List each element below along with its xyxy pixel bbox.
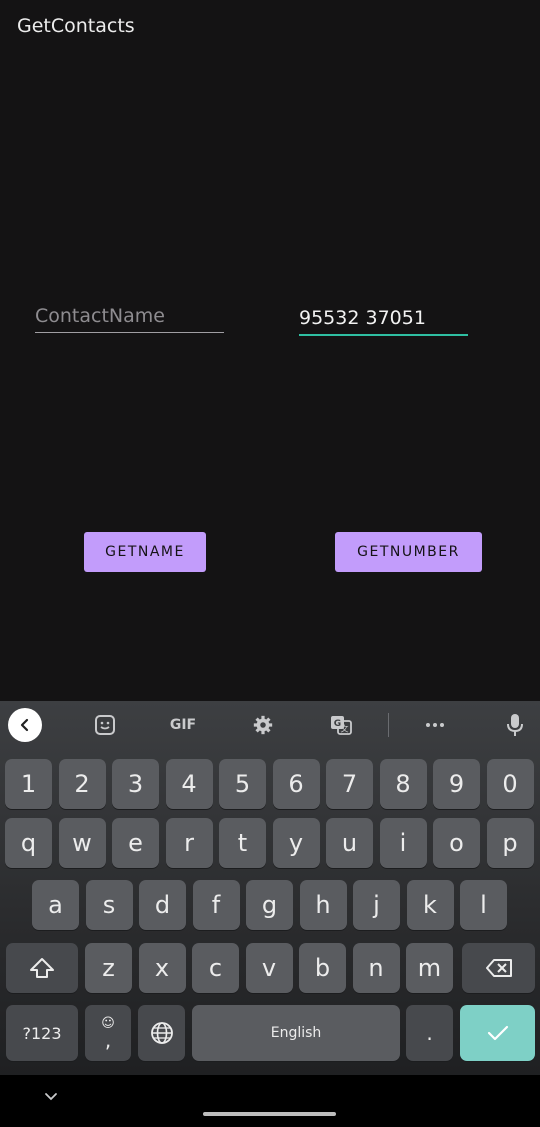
- gif-button[interactable]: GIF: [165, 707, 201, 743]
- letter-key-m[interactable]: m: [406, 943, 453, 993]
- contact-number-underline: [299, 334, 468, 336]
- backspace-key[interactable]: [462, 943, 535, 993]
- letter-key-q[interactable]: q: [5, 818, 52, 868]
- contact-name-input[interactable]: [35, 300, 224, 332]
- gear-icon[interactable]: [246, 707, 280, 743]
- number-key-3[interactable]: 3: [112, 759, 159, 809]
- toolbar-divider: [388, 713, 389, 737]
- contact-name-underline: [35, 332, 224, 333]
- getnumber-button[interactable]: GETNUMBER: [335, 532, 482, 572]
- letter-key-i[interactable]: i: [379, 818, 427, 868]
- letter-key-k[interactable]: k: [406, 880, 454, 930]
- letter-key-d[interactable]: d: [139, 880, 186, 930]
- number-key-7[interactable]: 7: [326, 759, 373, 809]
- contact-number-input[interactable]: [299, 302, 468, 334]
- letter-key-x[interactable]: x: [138, 943, 186, 993]
- more-icon[interactable]: [418, 707, 452, 743]
- letter-key-f[interactable]: f: [192, 880, 240, 930]
- number-key-1[interactable]: 1: [5, 759, 52, 809]
- globe-icon: [150, 1022, 173, 1044]
- keyboard-toolbar: GIF G文: [0, 701, 540, 749]
- number-key-0[interactable]: 0: [486, 759, 534, 809]
- letter-key-a[interactable]: a: [32, 880, 79, 930]
- number-key-5[interactable]: 5: [219, 759, 266, 809]
- letter-key-b[interactable]: b: [299, 943, 346, 993]
- number-key-2[interactable]: 2: [58, 759, 106, 809]
- letter-key-s[interactable]: s: [85, 880, 133, 930]
- space-key[interactable]: English: [192, 1005, 400, 1061]
- sticker-icon[interactable]: [88, 707, 122, 743]
- globe-key[interactable]: [138, 1005, 185, 1061]
- comma-label: ,: [104, 1028, 112, 1052]
- letter-key-r[interactable]: r: [165, 818, 213, 868]
- number-key-8[interactable]: 8: [379, 759, 427, 809]
- contact-number-field[interactable]: [299, 302, 468, 336]
- letter-key-g[interactable]: g: [246, 880, 293, 930]
- letter-key-h[interactable]: h: [299, 880, 347, 930]
- number-key-4[interactable]: 4: [165, 759, 213, 809]
- letter-key-v[interactable]: v: [245, 943, 293, 993]
- letter-key-y[interactable]: y: [272, 818, 320, 868]
- letter-key-j[interactable]: j: [353, 880, 400, 930]
- letter-key-t[interactable]: t: [219, 818, 266, 868]
- number-key-6[interactable]: 6: [272, 759, 320, 809]
- letter-key-l[interactable]: l: [460, 880, 507, 930]
- letter-key-o[interactable]: o: [433, 818, 480, 868]
- letter-key-p[interactable]: p: [486, 818, 534, 868]
- svg-text:文: 文: [341, 724, 349, 734]
- soft-keyboard: GIF G文 ?123 ☺ , English . 1234567890 q w …: [0, 701, 540, 1075]
- letter-key-c[interactable]: c: [192, 943, 239, 993]
- toolbar-back-button[interactable]: [7, 707, 43, 743]
- home-gesture-handle[interactable]: [203, 1112, 336, 1116]
- emoji-comma-key[interactable]: ☺ ,: [85, 1005, 131, 1061]
- letter-key-z[interactable]: z: [85, 943, 132, 993]
- check-icon: [487, 1025, 508, 1041]
- mic-icon[interactable]: [498, 707, 532, 743]
- app-title: GetContacts: [17, 15, 135, 37]
- letter-key-n[interactable]: n: [352, 943, 400, 993]
- navigation-bar: [0, 1075, 540, 1127]
- chevron-left-icon: [8, 708, 42, 742]
- chevron-down-icon: [45, 1093, 57, 1101]
- contact-name-field[interactable]: [35, 300, 224, 334]
- letter-key-u[interactable]: u: [326, 818, 373, 868]
- translate-icon[interactable]: G文: [324, 707, 358, 743]
- enter-key[interactable]: [460, 1005, 535, 1061]
- letter-key-e[interactable]: e: [112, 818, 159, 868]
- getname-button[interactable]: GETNAME: [84, 532, 206, 572]
- period-key[interactable]: .: [406, 1005, 453, 1061]
- number-key-9[interactable]: 9: [433, 759, 480, 809]
- symbols-key[interactable]: ?123: [6, 1005, 78, 1061]
- letter-key-w[interactable]: w: [58, 818, 106, 868]
- hide-keyboard-button[interactable]: [44, 1087, 58, 1106]
- shift-key[interactable]: [6, 943, 78, 993]
